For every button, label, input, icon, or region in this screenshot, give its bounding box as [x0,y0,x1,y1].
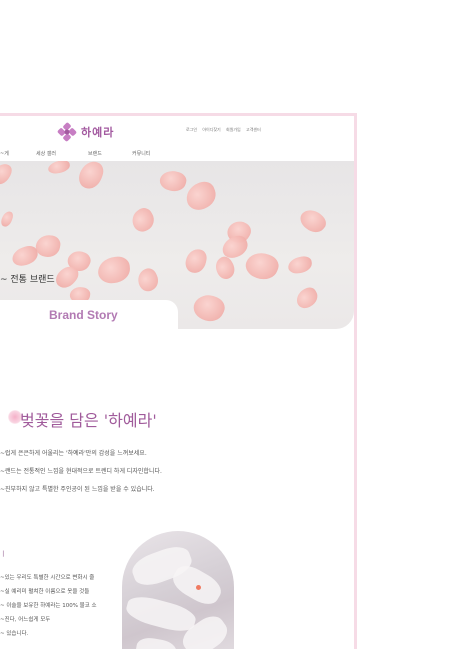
flower-logo-icon [57,122,77,142]
body-line: ~있는 우리도 특별한 시간으로 변화시 줄 [0,575,95,581]
util-login-link[interactable]: 로그인 [186,127,197,132]
petal [75,161,107,192]
utility-links: 로그인 아이디찾기 회원가입 고객센터 [186,127,265,133]
petal [189,289,229,327]
flower-accent [196,585,201,590]
petal [182,178,220,214]
util-find-id-link[interactable]: 아이디찾기 [202,127,220,132]
petal [183,247,209,275]
brand-story-tab[interactable]: Brand Story [0,300,178,330]
petal [211,253,239,283]
brand-logo[interactable]: 하예라 [57,122,114,142]
body-line: ~ 있습니다. [0,631,29,637]
body-line: ~진다, 어느쉽게 모두 [0,617,51,623]
petal [34,233,62,259]
section-marker: ㅣ [0,550,7,558]
fabric-fold [123,592,199,636]
petal [242,248,282,284]
petal [47,161,71,175]
petal [0,209,15,229]
nav-item-community[interactable]: 커뮤니티 [132,150,150,157]
body-line: ~ 이술을 보유한 하예라는 100% 물코 소 [0,603,97,609]
main-nav: ~게 세상 갤러 브랜드 커뮤니티 [0,150,354,160]
petal [134,265,162,295]
body-line: ~실 예리미 펼쳐한 이름으로 옷을 것들 [0,589,90,595]
petal [157,167,189,195]
petal [10,243,40,269]
util-support-link[interactable]: 고객센터 [246,127,261,132]
petal [0,161,15,188]
brand-name: 하예라 [81,126,115,139]
intro-line: ~랜드는 전통적인 느낌을 현대적으로 트렌디 하게 디자인합니다. [0,468,162,475]
util-signup-link[interactable]: 회원가입 [226,127,241,132]
arch-photo [122,531,234,649]
intro-line: ~진부하지 않고 특별한 주인공이 된 느낌을 받을 수 있습니다. [0,486,155,493]
petal [292,284,322,312]
petal [286,255,314,275]
petal [296,204,330,238]
brand-story-title: Brand Story [49,308,118,322]
intro-line: ~럽게 은은하게 어울리는 '하예라'만의 감성을 느껴보세요. [0,450,147,457]
hero-caption: ~ 전통 브랜드 [0,275,55,285]
fabric-fold [134,635,178,649]
brand-headline: 벚꽃을 담은 '하예라' [20,411,157,430]
nav-item-gallery[interactable]: 세상 갤러 [36,150,56,157]
web-page-frame: 하예라 로그인 아이디찾기 회원가입 고객센터 ~게 세상 갤러 브랜드 커뮤니… [0,113,357,649]
petal [127,204,159,236]
nav-item-brand[interactable]: 브랜드 [88,150,102,157]
site-header: 하예라 로그인 아이디찾기 회원가입 고객센터 [0,116,354,146]
nav-item-1[interactable]: ~게 [0,150,9,157]
petal [96,255,132,285]
